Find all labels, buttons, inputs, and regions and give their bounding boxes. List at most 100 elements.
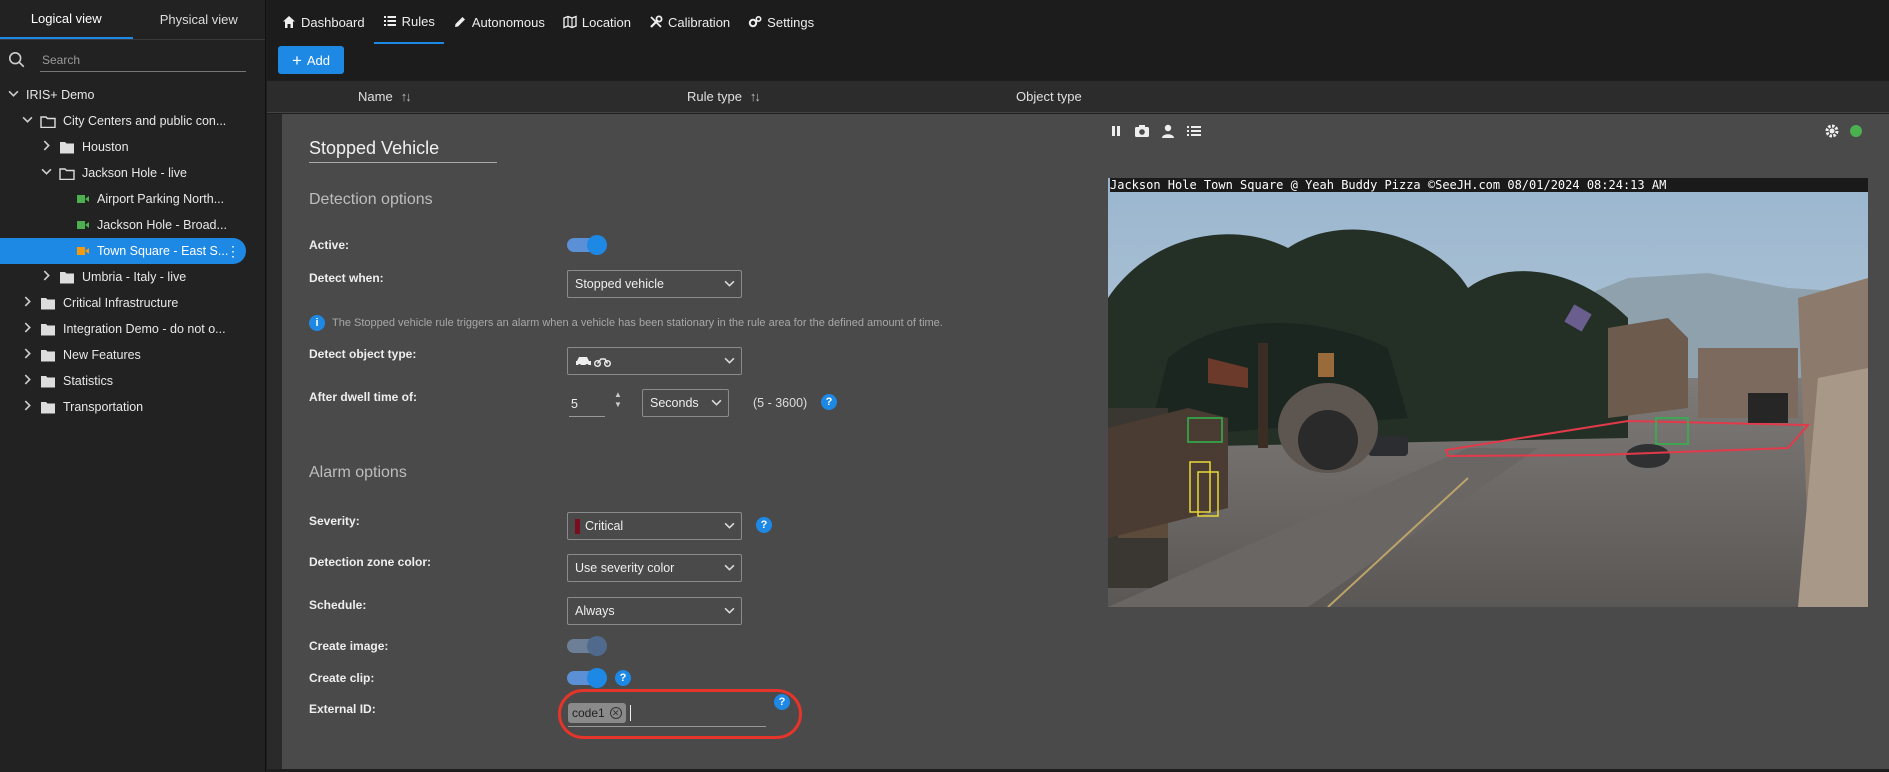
detect-when-label: Detect when:	[309, 271, 384, 285]
nav-label: Calibration	[668, 14, 731, 30]
column-label: Rule type	[687, 89, 742, 104]
severity-select[interactable]: Critical	[567, 512, 742, 540]
tree-item-label: Integration Demo - do not o...	[63, 322, 226, 336]
chevron-right-icon[interactable]	[39, 270, 53, 284]
detect-when-value: Stopped vehicle	[575, 277, 664, 291]
tree-item-statistics[interactable]: Statistics	[0, 368, 265, 394]
sort-icon[interactable]: ↑↓	[401, 89, 412, 104]
camera-status	[1824, 121, 1862, 141]
add-button-label: Add	[306, 52, 331, 68]
gear-icon[interactable]	[1824, 123, 1840, 139]
chevron-up-icon[interactable]: ▲	[612, 390, 624, 400]
nav-autonomous[interactable]: Autonomous	[444, 0, 554, 44]
list-icon[interactable]	[1186, 123, 1202, 139]
nav-settings[interactable]: Settings	[739, 0, 823, 44]
text-cursor	[630, 705, 631, 721]
create-clip-label: Create clip:	[309, 671, 375, 685]
rule-name-input[interactable]: Stopped Vehicle	[309, 138, 497, 163]
tree-item-camera-broadway[interactable]: Jackson Hole - Broad...	[0, 212, 265, 238]
motorcycle-icon	[594, 358, 611, 367]
tree-item-camera-airport[interactable]: Airport Parking North...	[0, 186, 265, 212]
camera-scene	[1108, 178, 1868, 607]
table-header: Name ↑↓ Rule type ↑↓ Object type	[267, 81, 1889, 113]
search-input[interactable]	[40, 48, 246, 72]
close-icon[interactable]: ✕	[609, 707, 622, 719]
chevron-right-icon[interactable]	[20, 374, 34, 388]
object-type-label: Detect object type:	[309, 347, 417, 361]
tree-item-iris-demo[interactable]: IRIS+ Demo	[0, 82, 265, 108]
nav-location[interactable]: Location	[554, 0, 640, 44]
person-icon[interactable]	[1160, 123, 1176, 139]
pause-icon[interactable]	[1108, 123, 1124, 139]
camera-feed[interactable]: Jackson Hole Town Square @ Yeah Buddy Pi…	[1108, 178, 1868, 607]
schedule-value: Always	[575, 604, 615, 618]
top-nav: Dashboard Rules Autonomous Location Cali…	[267, 0, 1889, 44]
schedule-select[interactable]: Always	[567, 597, 742, 625]
tab-logical-view[interactable]: Logical view	[0, 0, 133, 39]
tree-item-camera-town-square[interactable]: Town Square - East S... ⋮	[0, 238, 246, 264]
column-name[interactable]: Name ↑↓	[358, 89, 412, 104]
chevron-down-icon[interactable]: ▼	[612, 400, 624, 410]
tree-item-new-features[interactable]: New Features	[0, 342, 265, 368]
help-icon[interactable]: ?	[615, 670, 631, 686]
camera-toolbar	[1108, 121, 1212, 141]
tree-item-city-centers[interactable]: City Centers and public con...	[0, 108, 265, 134]
detect-when-select[interactable]: Stopped vehicle	[567, 270, 742, 298]
camera-snapshot-icon[interactable]	[1134, 123, 1150, 139]
nav-rules[interactable]: Rules	[373, 0, 444, 44]
rule-edit-panel: Stopped Vehicle Detection options Active…	[282, 114, 1889, 769]
create-clip-toggle[interactable]	[567, 668, 607, 688]
chevron-down-icon[interactable]	[20, 114, 34, 128]
tree-item-label: Airport Parking North...	[97, 192, 225, 206]
zone-color-select[interactable]: Use severity color	[567, 554, 742, 582]
tree-item-critical-infrastructure[interactable]: Critical Infrastructure	[0, 290, 265, 316]
chevron-right-icon[interactable]	[20, 322, 34, 336]
dwell-stepper[interactable]: ▲ ▼	[612, 390, 624, 410]
camera-green-icon	[77, 195, 89, 203]
dwell-time-input[interactable]: 5	[569, 389, 605, 417]
add-button[interactable]: + Add	[278, 46, 344, 74]
tools-icon	[650, 15, 663, 28]
dwell-unit-select[interactable]: Seconds	[642, 389, 729, 417]
create-image-toggle[interactable]	[567, 636, 607, 656]
sidebar: Logical view Physical view IRIS+ Demo Ci…	[0, 0, 266, 772]
column-object-type[interactable]: Object type	[1016, 89, 1082, 104]
car-icon	[576, 357, 591, 367]
folder-icon	[41, 401, 55, 413]
zone-color-value: Use severity color	[575, 561, 675, 575]
chevron-down-icon[interactable]	[6, 88, 20, 102]
severity-label: Severity:	[309, 514, 360, 528]
help-icon[interactable]: ?	[756, 517, 772, 533]
tree-item-integration-demo[interactable]: Integration Demo - do not o...	[0, 316, 265, 342]
nav-dashboard[interactable]: Dashboard	[273, 0, 374, 44]
tab-physical-view[interactable]: Physical view	[133, 0, 266, 39]
help-icon[interactable]: ?	[821, 394, 837, 410]
tree-item-transportation[interactable]: Transportation	[0, 394, 265, 420]
dwell-time-label: After dwell time of:	[309, 390, 418, 404]
tree: IRIS+ Demo City Centers and public con..…	[0, 82, 265, 420]
tree-item-houston[interactable]: Houston	[0, 134, 265, 160]
chevron-right-icon[interactable]	[20, 296, 34, 310]
folder-open-icon	[40, 115, 56, 128]
search-row	[0, 40, 265, 80]
more-vertical-icon[interactable]: ⋮	[226, 243, 240, 260]
nav-calibration[interactable]: Calibration	[640, 0, 739, 44]
nav-label: Settings	[767, 14, 815, 30]
chevron-right-icon[interactable]	[20, 348, 34, 362]
chevron-down-icon	[724, 607, 735, 614]
dwell-unit-value: Seconds	[650, 396, 699, 410]
nav-label: Dashboard	[301, 14, 365, 30]
object-type-select[interactable]	[567, 347, 742, 375]
chevron-right-icon[interactable]	[39, 140, 53, 154]
chevron-down-icon[interactable]	[39, 166, 53, 180]
search-icon	[8, 51, 25, 68]
help-icon[interactable]: ?	[774, 694, 790, 710]
folder-icon	[41, 375, 55, 387]
column-rule-type[interactable]: Rule type ↑↓	[687, 89, 761, 104]
sort-icon[interactable]: ↑↓	[750, 89, 761, 104]
tree-item-jackson-hole[interactable]: Jackson Hole - live	[0, 160, 265, 186]
external-id-input[interactable]: code1 ✕	[568, 701, 766, 727]
chevron-right-icon[interactable]	[20, 400, 34, 414]
active-toggle[interactable]	[567, 235, 607, 255]
tree-item-umbria[interactable]: Umbria - Italy - live	[0, 264, 265, 290]
